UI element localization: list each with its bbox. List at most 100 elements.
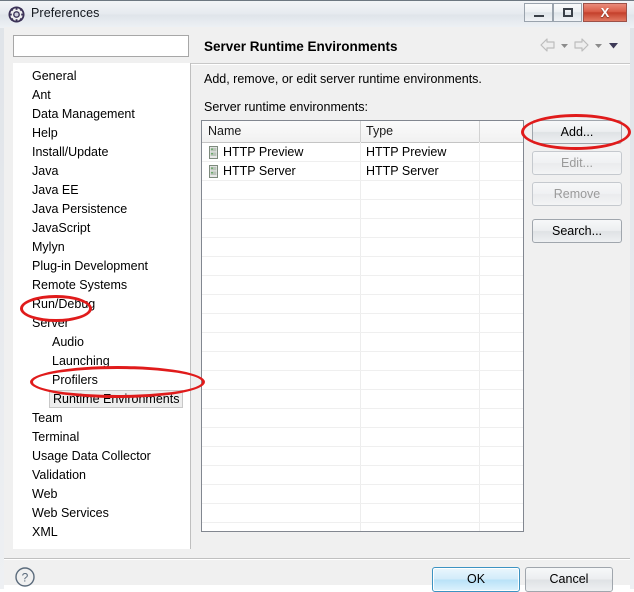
table-cell-name: HTTP Preview [223, 145, 304, 159]
sidebar-item-label: Run/Debug [32, 297, 96, 311]
back-arrow-icon[interactable] [540, 38, 556, 55]
sidebar-item-web[interactable]: Web [29, 485, 60, 504]
table-grid-line [202, 408, 523, 409]
sidebar-item-label: Launching [52, 354, 110, 368]
sidebar-item-install-update[interactable]: Install/Update [29, 143, 111, 162]
sidebar-item-web-services[interactable]: Web Services [29, 504, 112, 523]
sidebar-item-runtime-environments[interactable]: Runtime Environments [49, 390, 184, 408]
table-grid-line [202, 294, 523, 295]
table-row[interactable]: HTTP Preview HTTP Preview [202, 143, 523, 162]
table-column-header[interactable] [479, 121, 523, 142]
sidebar-item-label: Remote Systems [32, 278, 128, 292]
table-column-header[interactable]: Name [202, 121, 360, 142]
sidebar-item-label: Web [32, 487, 58, 501]
title-bar: Preferences X [0, 0, 634, 28]
sidebar-item-label: Validation [32, 468, 86, 482]
sidebar-item-validation[interactable]: Validation [29, 466, 89, 485]
dialog-body: General Ant Data Management Help Install/Upd… [4, 27, 630, 592]
list-label: Server runtime environments: [204, 100, 368, 114]
window-frame-right [630, 0, 634, 589]
gear-icon [8, 6, 25, 23]
table-grid-line [202, 484, 523, 485]
table-row[interactable]: HTTP Server HTTP Server [202, 162, 523, 181]
sidebar-item-terminal[interactable]: Terminal [29, 428, 82, 447]
table-grid-line [202, 256, 523, 257]
table-cell-type: HTTP Server [366, 164, 439, 178]
close-button[interactable]: X [583, 3, 627, 22]
sidebar-item-label: Profilers [52, 373, 98, 387]
column-divider[interactable] [360, 121, 361, 142]
sidebar-item-label: Data Management [32, 107, 135, 121]
sidebar-item-java-persistence[interactable]: Java Persistence [29, 200, 130, 219]
sidebar-item-label: Plug-in Development [32, 259, 149, 273]
table-grid-line [202, 427, 523, 428]
table-grid-line [479, 142, 480, 531]
minimize-button[interactable] [524, 3, 553, 22]
sidebar-item-launching[interactable]: Launching [49, 352, 113, 371]
view-menu-chevron-down-icon[interactable] [607, 38, 620, 55]
sidebar-item-general[interactable]: General [29, 67, 79, 86]
sidebar-item-label: Install/Update [32, 145, 109, 159]
svg-text:?: ? [22, 571, 29, 585]
search-button[interactable]: Search... [532, 219, 622, 243]
sidebar-item-label: Help [32, 126, 58, 140]
sidebar-item-help[interactable]: Help [29, 124, 61, 143]
sidebar-item-audio[interactable]: Audio [49, 333, 87, 352]
table-grid-line [202, 465, 523, 466]
page-title: Server Runtime Environments [204, 39, 398, 54]
column-divider[interactable] [479, 121, 480, 142]
footer-divider-highlight [4, 559, 630, 560]
sidebar-item-server[interactable]: Server [29, 314, 72, 333]
sidebar-item-ant[interactable]: Ant [29, 86, 54, 105]
cancel-button[interactable]: Cancel [525, 567, 613, 592]
table-grid-line [202, 237, 523, 238]
sidebar-item-javascript[interactable]: JavaScript [29, 219, 93, 238]
add-button[interactable]: Add... [532, 120, 622, 144]
sidebar-item-profilers[interactable]: Profilers [49, 371, 101, 390]
preferences-dialog: Preferences X General Ant Data Management H… [0, 0, 634, 592]
page-content: Server Runtime Environments Add, remove,… [191, 27, 630, 557]
table-grid-line [202, 370, 523, 371]
sidebar-item-label: Ant [32, 88, 51, 102]
table-grid-line [202, 275, 523, 276]
ok-button[interactable]: OK [432, 567, 520, 592]
runtime-environments-table[interactable]: Name Type HTTP Preview HTTP Preview HTTP Se… [201, 120, 524, 532]
sidebar-item-label: Web Services [32, 506, 109, 520]
table-grid-line [202, 389, 523, 390]
forward-menu-chevron-down-icon[interactable] [593, 38, 604, 55]
sidebar-item-run-debug[interactable]: Run/Debug [29, 295, 98, 314]
close-icon: X [600, 5, 610, 20]
table-grid-line [202, 522, 523, 523]
server-icon [209, 146, 218, 159]
sidebar-item-label: Java Persistence [32, 202, 128, 216]
table-grid-line [202, 503, 523, 504]
page-description: Add, remove, or edit server runtime envi… [204, 72, 482, 86]
page-header-divider-highlight [191, 64, 630, 65]
sidebar-item-label: Audio [52, 335, 84, 349]
sidebar-item-java[interactable]: Java [29, 162, 61, 181]
sidebar-item-java-ee[interactable]: Java EE [29, 181, 82, 200]
back-menu-chevron-down-icon[interactable] [559, 38, 570, 55]
server-icon [209, 165, 218, 178]
table-column-header[interactable]: Type [360, 121, 479, 142]
sidebar-item-label: JavaScript [32, 221, 91, 235]
sidebar-item-xml[interactable]: XML [29, 523, 61, 542]
forward-arrow-icon[interactable] [573, 38, 589, 55]
sidebar-item-mylyn[interactable]: Mylyn [29, 238, 68, 257]
sidebar-item-usage-data-collector[interactable]: Usage Data Collector [29, 447, 154, 466]
edit-button: Edit... [532, 151, 622, 175]
help-icon[interactable]: ? [13, 565, 37, 589]
filter-input[interactable] [13, 35, 189, 57]
sidebar-item-remote-systems[interactable]: Remote Systems [29, 276, 130, 295]
table-cell-name: HTTP Server [223, 164, 296, 178]
table-grid-line [202, 313, 523, 314]
preference-tree[interactable]: General Ant Data Management Help Install/Upd… [13, 63, 190, 549]
sidebar-item-label: Server [32, 316, 69, 330]
sidebar-item-data-management[interactable]: Data Management [29, 105, 138, 124]
table-grid-line [202, 351, 523, 352]
table-grid-line [202, 218, 523, 219]
sidebar-item-team[interactable]: Team [29, 409, 66, 428]
sidebar-item-label: Runtime Environments [53, 392, 180, 406]
sidebar-item-plug-in-development[interactable]: Plug-in Development [29, 257, 151, 276]
restore-button[interactable] [553, 3, 582, 22]
